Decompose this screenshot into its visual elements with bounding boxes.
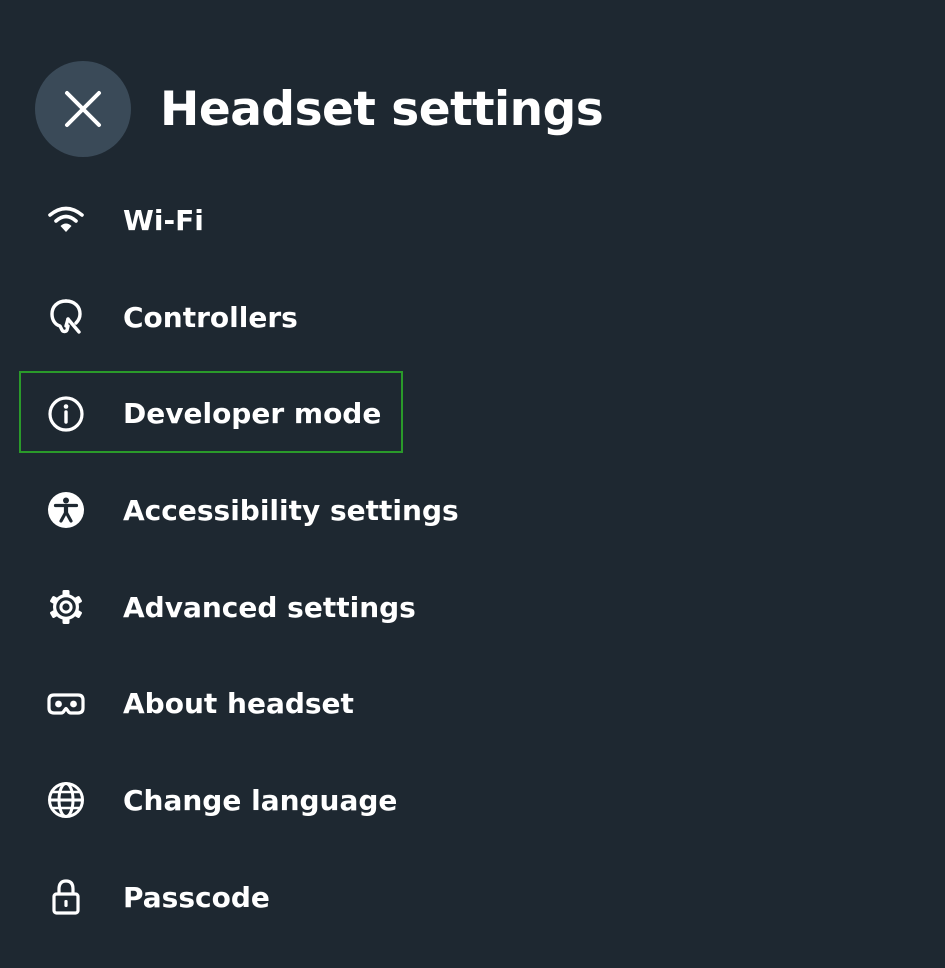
menu-item-label: Accessibility settings bbox=[123, 493, 459, 527]
globe-icon bbox=[44, 778, 88, 822]
menu-item-label: Advanced settings bbox=[123, 590, 416, 624]
close-icon bbox=[65, 91, 101, 127]
header: Headset settings bbox=[35, 61, 604, 157]
menu-item-label: Passcode bbox=[123, 880, 270, 914]
menu-item-developer-mode[interactable]: Developer mode bbox=[0, 365, 945, 462]
menu-item-label: Developer mode bbox=[123, 397, 382, 431]
lock-icon bbox=[44, 875, 88, 919]
controller-icon bbox=[44, 295, 88, 339]
accessibility-icon bbox=[44, 488, 88, 532]
menu-item-change-language[interactable]: Change language bbox=[0, 752, 945, 849]
info-icon bbox=[44, 392, 88, 436]
menu-item-accessibility[interactable]: Accessibility settings bbox=[0, 462, 945, 559]
wifi-icon bbox=[44, 198, 88, 242]
menu-item-controllers[interactable]: Controllers bbox=[0, 269, 945, 366]
close-button[interactable] bbox=[35, 61, 131, 157]
menu-item-label: Change language bbox=[123, 783, 398, 817]
menu-item-label: Wi-Fi bbox=[123, 203, 204, 237]
menu-item-passcode[interactable]: Passcode bbox=[0, 849, 945, 946]
menu-item-about-headset[interactable]: About headset bbox=[0, 655, 945, 752]
menu-item-label: Controllers bbox=[123, 300, 298, 334]
menu-item-label: About headset bbox=[123, 687, 354, 721]
menu-item-advanced-settings[interactable]: Advanced settings bbox=[0, 559, 945, 656]
gear-icon bbox=[44, 585, 88, 629]
headset-icon bbox=[44, 682, 88, 726]
page-title: Headset settings bbox=[160, 81, 604, 137]
settings-menu: Wi-Fi Controllers Developer mode Accessi… bbox=[0, 172, 945, 946]
menu-item-wifi[interactable]: Wi-Fi bbox=[0, 172, 945, 269]
